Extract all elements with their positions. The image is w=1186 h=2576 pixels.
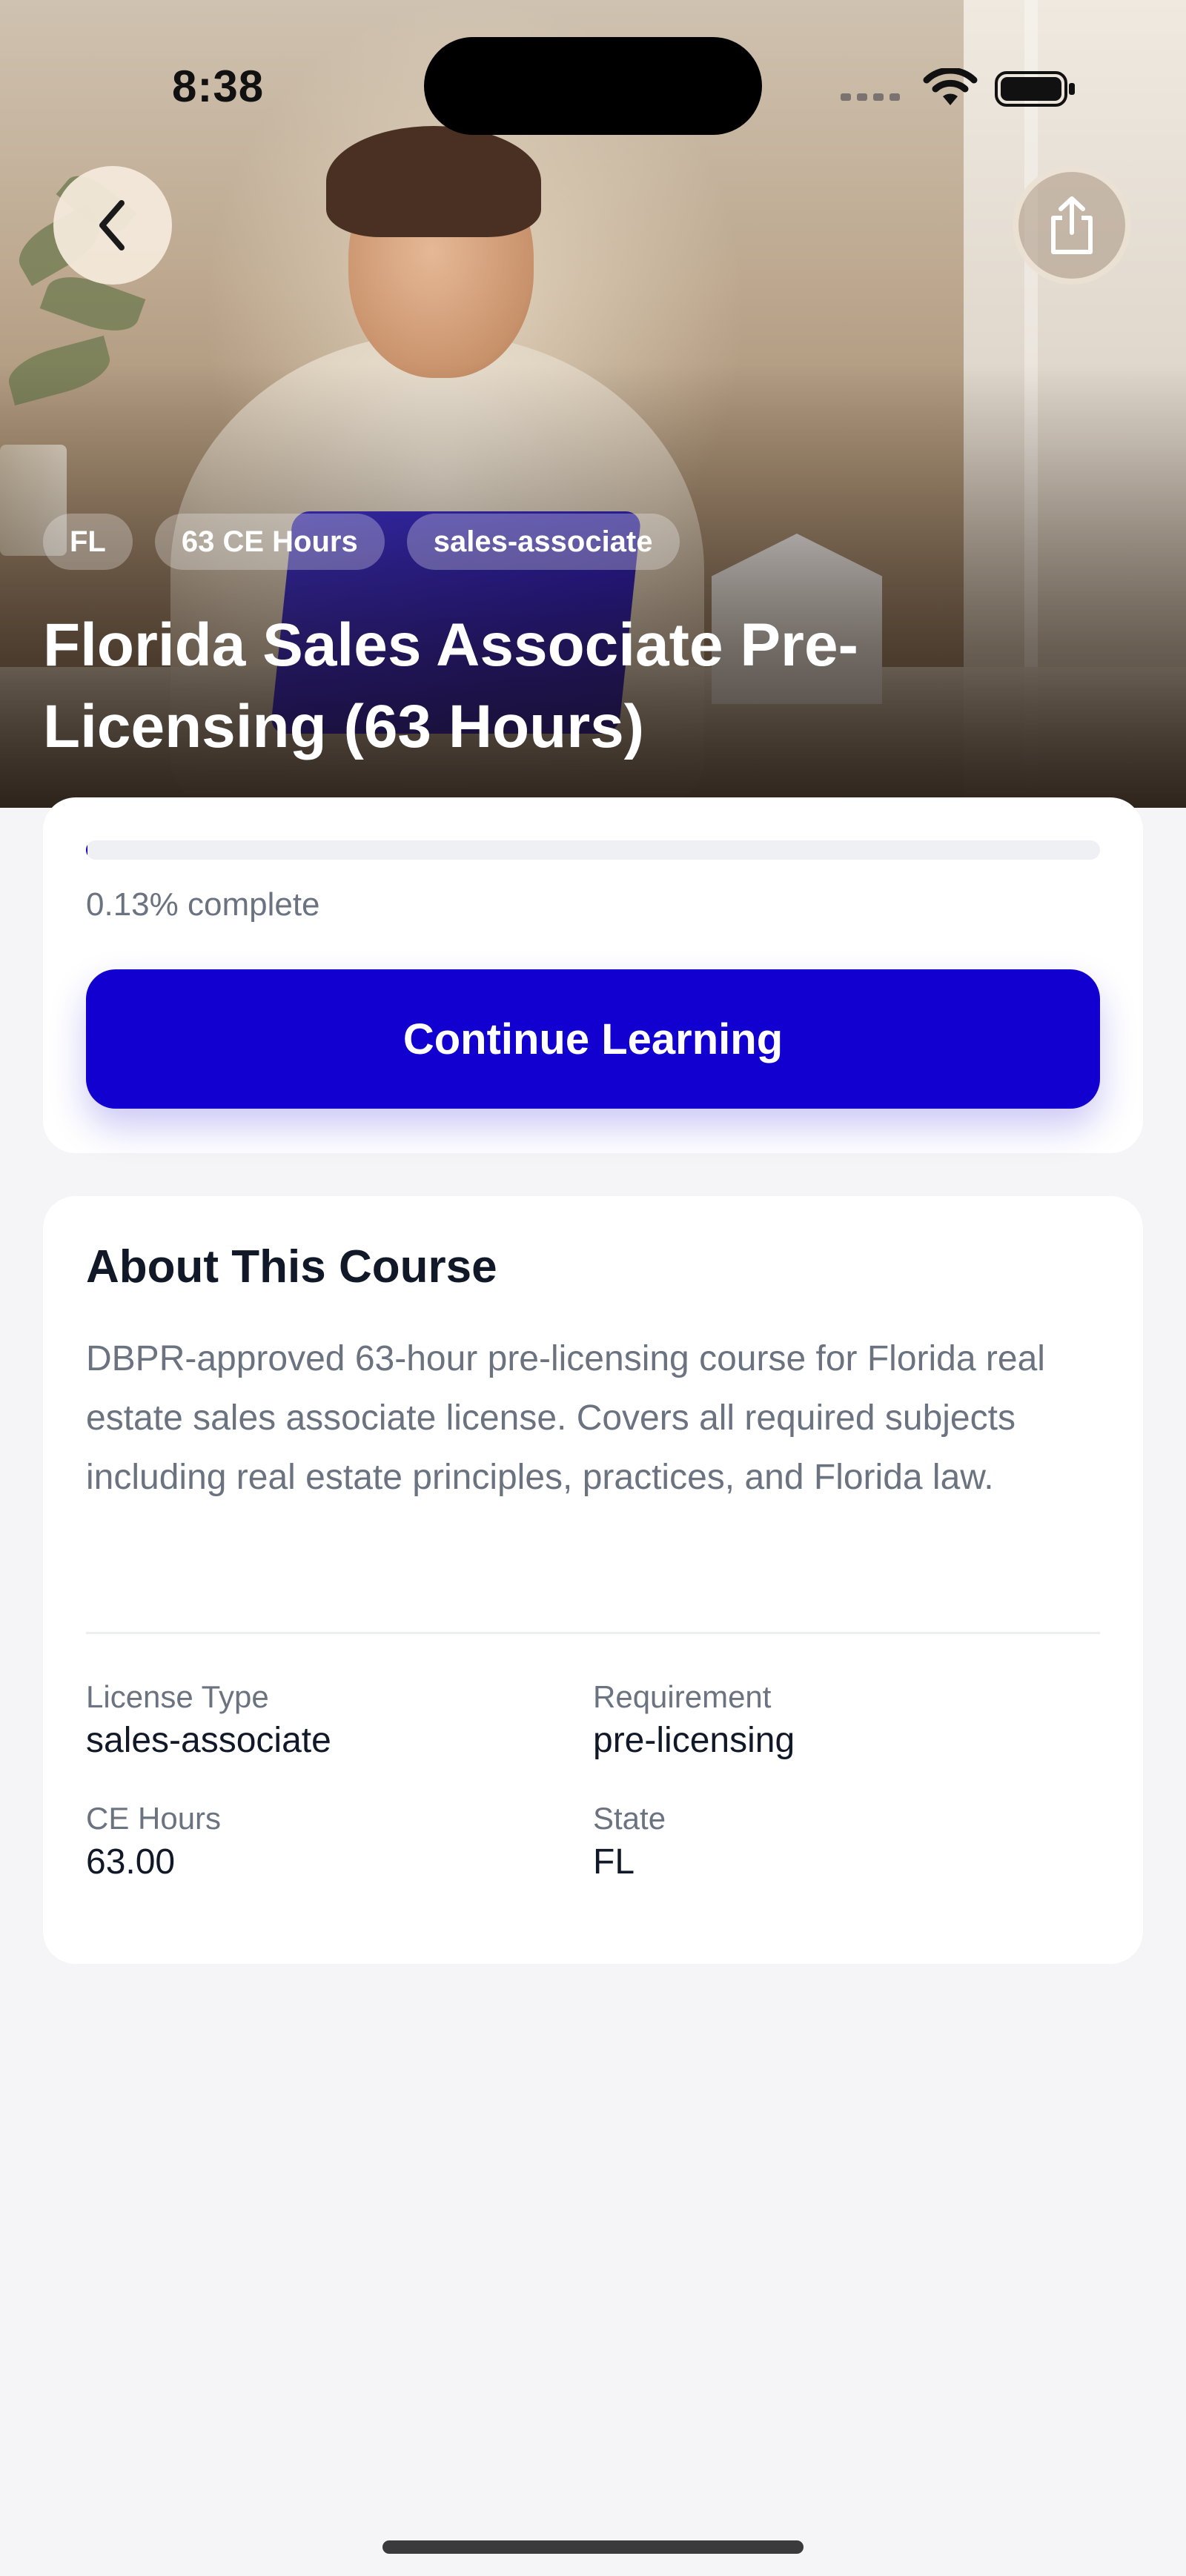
detail-label: CE Hours (86, 1801, 222, 1836)
continue-learning-button[interactable]: Continue Learning (86, 969, 1100, 1109)
progress-bar-fill (86, 840, 87, 860)
home-indicator[interactable] (382, 2540, 804, 2554)
status-time: 8:38 (172, 62, 265, 111)
tag-state: FL (43, 514, 133, 570)
dynamic-island (424, 37, 762, 135)
detail-ce-hours: CE Hours 63.00 (86, 1798, 221, 1885)
share-button[interactable] (1013, 166, 1131, 285)
tag-ce-hours: 63 CE Hours (154, 514, 385, 570)
detail-value: pre-licensing (593, 1721, 795, 1760)
status-bar: 8:38 (0, 0, 1186, 135)
detail-value: sales-associate (86, 1721, 331, 1760)
wifi-icon (923, 68, 978, 105)
detail-requirement: Requirement pre-licensing (593, 1676, 795, 1764)
detail-state: State FL (593, 1798, 666, 1885)
detail-label: State (593, 1801, 666, 1836)
about-course-card: About This Course DBPR-approved 63-hour … (43, 1196, 1143, 1964)
course-detail-screen: 8:38 FL 63 CE Hours sales-associate Flor… (0, 0, 1186, 2576)
detail-value: FL (593, 1842, 635, 1882)
progress-card: 0.13% complete Continue Learning (43, 797, 1143, 1153)
detail-label: Requirement (593, 1679, 772, 1714)
divider (86, 1632, 1100, 1634)
progress-text: 0.13% complete (86, 886, 320, 923)
tag-license-type: sales-associate (406, 514, 680, 570)
battery-icon (995, 71, 1075, 107)
course-description: DBPR-approved 63-hour pre-licensing cour… (86, 1339, 1045, 1497)
chevron-left-icon (99, 200, 125, 250)
back-button[interactable] (53, 166, 172, 285)
course-tags: FL 63 CE Hours sales-associate (43, 514, 680, 570)
cellular-signal-icon (841, 93, 900, 101)
share-icon (1051, 196, 1093, 254)
detail-value: 63.00 (86, 1842, 176, 1882)
about-title: About This Course (86, 1241, 497, 1292)
progress-bar (86, 840, 1100, 860)
detail-license-type: License Type sales-associate (86, 1676, 331, 1764)
detail-label: License Type (86, 1679, 269, 1714)
course-title: Florida Sales Associate Pre-Licensing (6… (43, 611, 858, 760)
